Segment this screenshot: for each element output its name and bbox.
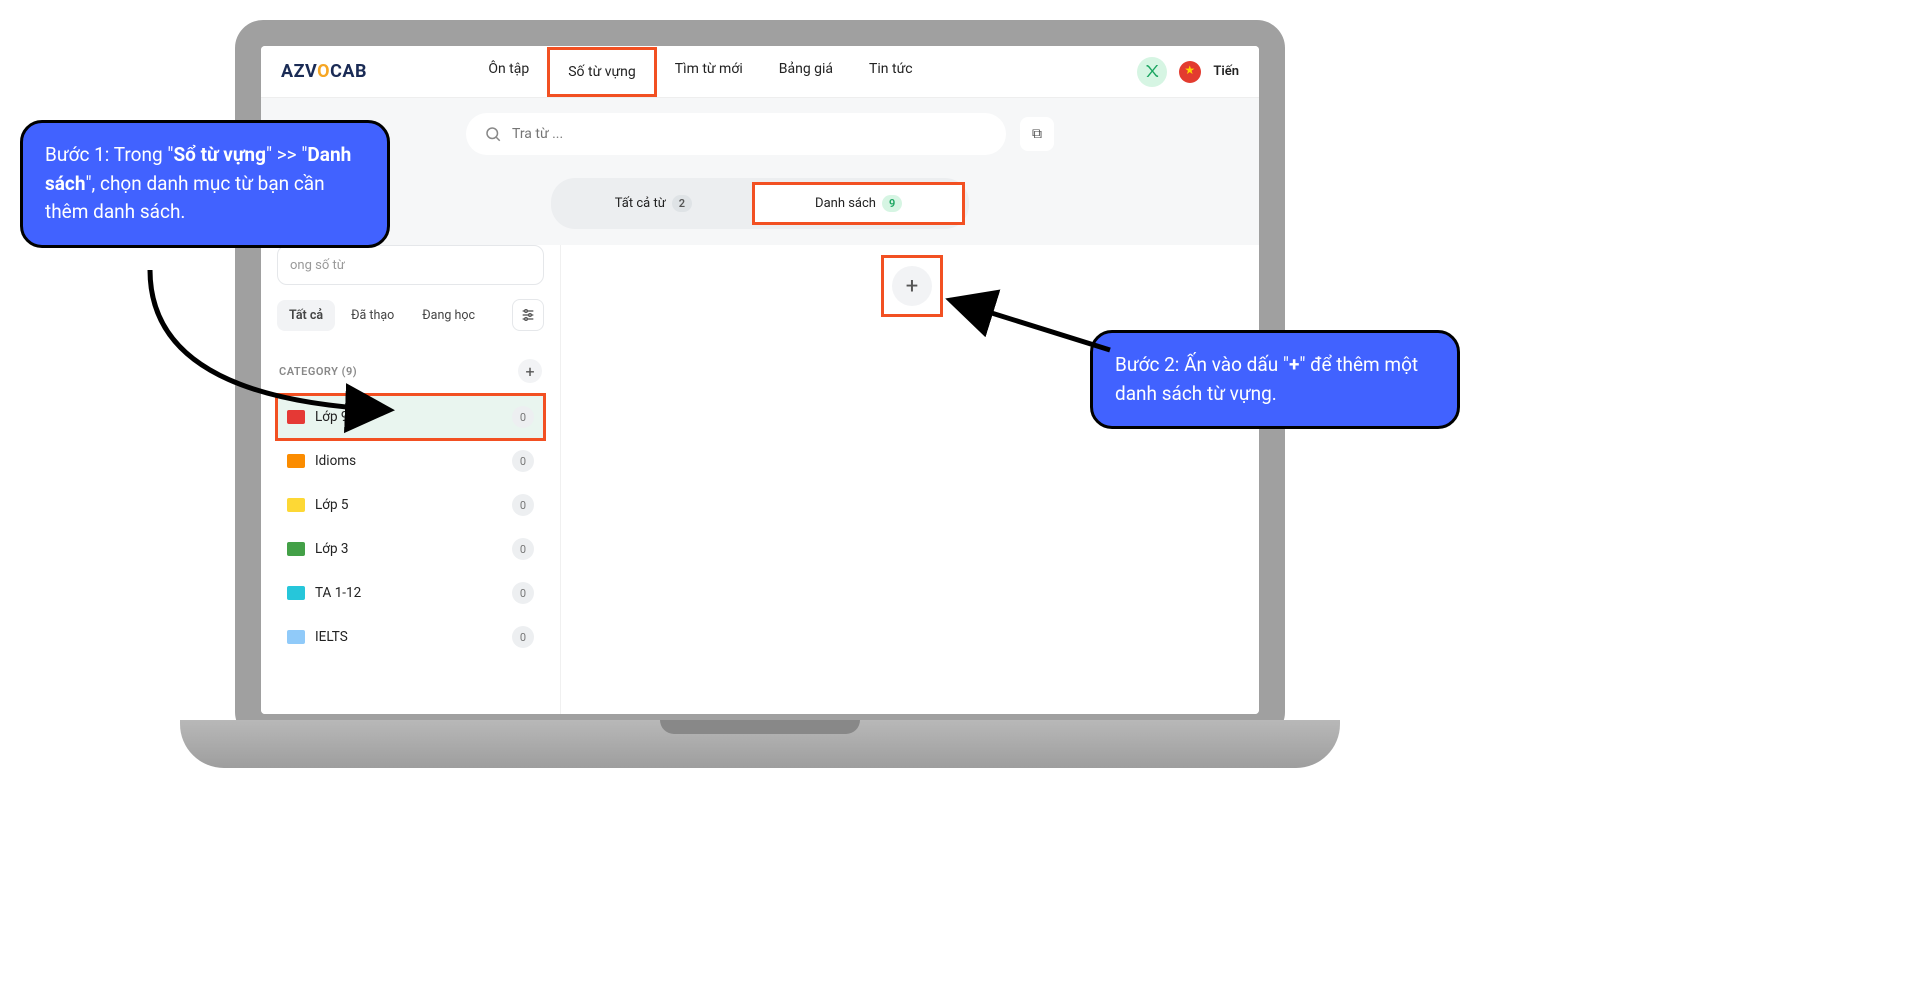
all-count-badge: 2 <box>672 195 692 212</box>
category-item[interactable]: Lớp 3 0 <box>277 527 544 571</box>
category-item[interactable]: Idioms 0 <box>277 439 544 483</box>
nav-vocabbook[interactable]: Số từ vựng <box>547 47 657 97</box>
category-name: Lớp 3 <box>315 541 349 557</box>
add-category-button[interactable]: + <box>518 359 542 383</box>
app-header: AZVOCAB Ôn tập Số từ vựng Tìm từ mới Bản… <box>261 46 1259 98</box>
add-list-button[interactable]: + <box>892 266 932 306</box>
search-input[interactable] <box>512 126 988 142</box>
main-nav: Ôn tập Số từ vựng Tìm từ mới Bảng giá Ti… <box>470 47 930 97</box>
list-count-badge: 9 <box>882 195 902 212</box>
category-name: IELTS <box>315 629 348 645</box>
category-name: Lớp 5 <box>315 497 349 513</box>
category-item[interactable]: Lớp 5 0 <box>277 483 544 527</box>
step2-callout: Bước 2: Ấn vào dấu "+" để thêm một danh … <box>1090 330 1460 429</box>
tab-lists[interactable]: Danh sách 9 <box>752 182 965 225</box>
category-item[interactable]: TA 1-12 0 <box>277 571 544 615</box>
category-count: 0 <box>512 494 534 516</box>
folder-icon <box>287 542 305 556</box>
nav-news[interactable]: Tin tức <box>851 47 931 97</box>
nav-newwords[interactable]: Tìm từ mới <box>657 47 761 97</box>
filter-learning[interactable]: Đang học <box>410 300 487 331</box>
avatar-owl-icon[interactable]: ᙭ <box>1137 57 1167 87</box>
folder-icon <box>287 498 305 512</box>
tab-all-words[interactable]: Tất cả từ 2 <box>555 182 752 225</box>
category-count: 0 <box>512 626 534 648</box>
search-icon <box>484 125 502 143</box>
list-content-area: + <box>561 245 1259 714</box>
category-count: 0 <box>512 450 534 472</box>
step1-callout: Bước 1: Trong "Sổ từ vựng" >> "Danh sách… <box>20 120 390 248</box>
flag-vietnam-icon[interactable] <box>1179 61 1201 83</box>
search-row: ⧉ <box>261 98 1259 170</box>
vocab-tabs: Tất cả từ 2 Danh sách 9 <box>261 170 1259 245</box>
category-count: 0 <box>512 582 534 604</box>
nav-review[interactable]: Ôn tập <box>470 47 547 97</box>
category-count: 0 <box>512 538 534 560</box>
category-item[interactable]: IELTS 0 <box>277 615 544 659</box>
global-search[interactable] <box>466 113 1006 155</box>
category-name: Idioms <box>315 453 356 469</box>
arrow-step2 <box>935 290 1135 370</box>
filter-settings-icon[interactable] <box>512 299 544 331</box>
category-name: TA 1-12 <box>315 585 361 601</box>
category-count: 0 <box>512 406 534 428</box>
arrow-step1 <box>120 260 410 430</box>
folder-icon <box>287 454 305 468</box>
brand-logo: AZVOCAB <box>281 61 367 82</box>
folder-icon <box>287 630 305 644</box>
folder-icon <box>287 586 305 600</box>
language-label: Tiến <box>1213 64 1239 79</box>
nav-pricing[interactable]: Bảng giá <box>761 47 851 97</box>
popout-icon[interactable]: ⧉ <box>1020 117 1054 151</box>
